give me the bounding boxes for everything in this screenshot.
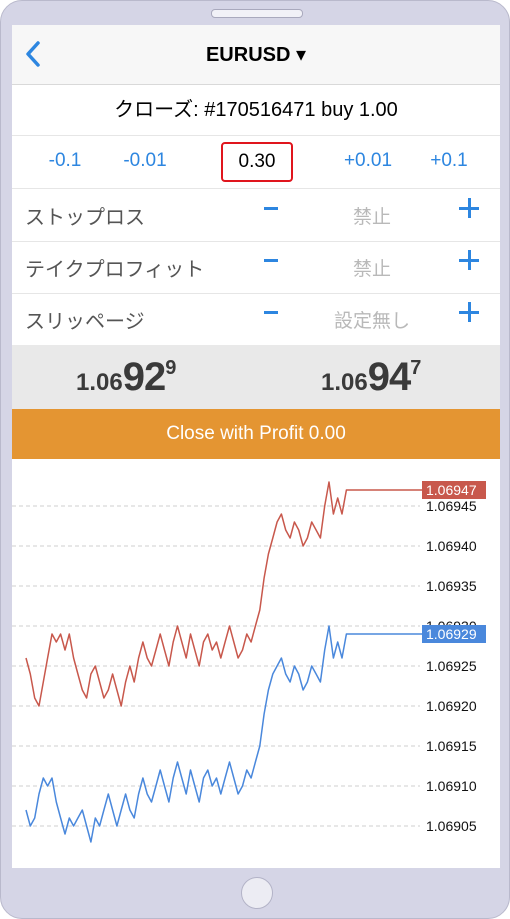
volume-minus-large-button[interactable]: -0.1 [30,150,100,172]
order-description: クローズ: #170516471 buy 1.00 [12,85,500,136]
y-tick-label: 1.06920 [426,698,477,714]
ask-price: 1.06947 [321,355,421,400]
stop-loss-row: ストップロス 禁止 [12,189,500,242]
bid-price-line [25,625,422,843]
bid-price: 1.06929 [76,355,176,400]
volume-plus-large-button[interactable]: +0.1 [414,150,484,172]
stop-loss-label: ストップロス [25,207,145,229]
take-profit-minus-button[interactable] [264,259,278,262]
bid-price-tag-label: 1.06929 [426,626,477,642]
y-tick-label: 1.06915 [426,738,477,754]
y-tick-label: 1.06910 [426,778,477,794]
stop-loss-value[interactable]: 禁止 [312,202,432,229]
stop-loss-minus-button[interactable] [264,207,278,210]
stop-loss-plus-button[interactable] [459,198,479,218]
ask-price-prefix: 1.06 [321,369,368,396]
take-profit-row: テイクプロフィット 禁止 [12,241,500,294]
close-with-profit-button[interactable]: Close with Profit 0.00 [12,409,500,459]
slippage-plus-button[interactable] [459,302,479,322]
slippage-minus-button[interactable] [264,311,278,314]
home-button[interactable] [241,877,273,909]
y-tick-label: 1.06945 [426,498,477,514]
ask-price-fraction: 7 [410,357,422,379]
ask-price-pips: 94 [367,355,411,399]
y-tick-label: 1.06940 [426,538,477,554]
slippage-row: スリッページ 設定無し [12,293,500,345]
bid-price-prefix: 1.06 [76,369,123,396]
price-panel: 1.06929 1.06947 [12,345,500,409]
volume-input[interactable]: 0.30 [221,142,293,182]
speaker-slot [211,9,303,18]
take-profit-value[interactable]: 禁止 [312,254,432,281]
ask-price-line [25,481,422,707]
tick-chart: 1.06905 1.06910 1.06915 1.06920 1.06925 1.069… [12,481,486,843]
y-tick-label: 1.06905 [426,818,477,834]
bid-price-pips: 92 [122,355,166,399]
symbol-title[interactable]: EURUSD ▾ [12,42,500,67]
y-tick-label: 1.06935 [426,578,477,594]
take-profit-plus-button[interactable] [459,250,479,270]
volume-minus-small-button[interactable]: -0.01 [110,150,180,172]
take-profit-label: テイクプロフィット [25,259,205,281]
bid-price-fraction: 9 [165,357,177,379]
slippage-value[interactable]: 設定無し [312,306,432,333]
y-tick-label: 1.06925 [426,658,477,674]
phone-frame: EURUSD ▾ クローズ: #170516471 buy 1.00 -0.1 … [0,0,510,919]
ask-price-tag-label: 1.06947 [426,482,477,498]
slippage-label: スリッページ [25,311,145,333]
app-screen: EURUSD ▾ クローズ: #170516471 buy 1.00 -0.1 … [12,25,500,868]
navigation-bar: EURUSD ▾ [12,25,500,85]
volume-plus-small-button[interactable]: +0.01 [333,150,403,172]
